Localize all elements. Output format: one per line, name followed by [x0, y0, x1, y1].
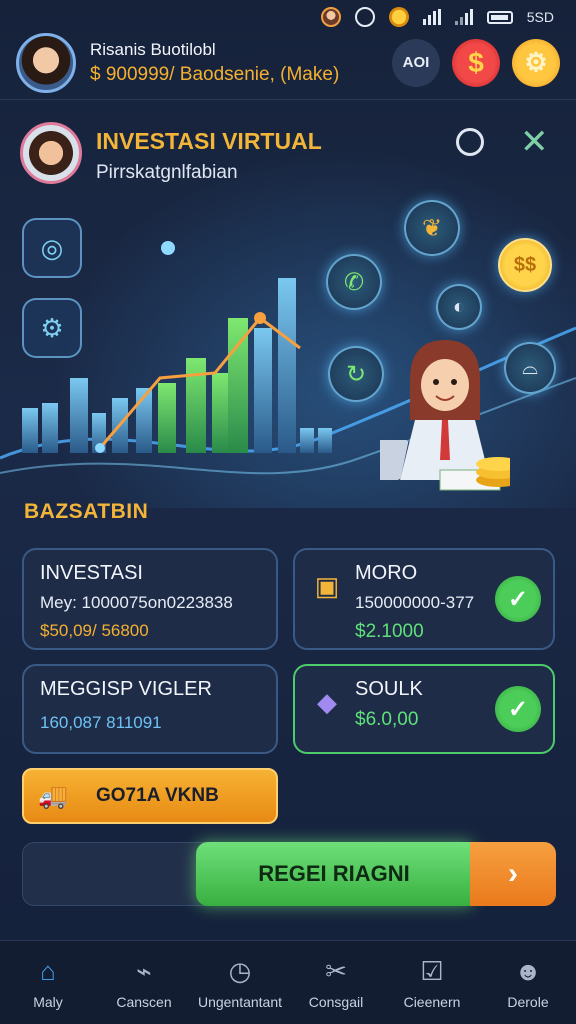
settings-button[interactable]: ⚙ [512, 38, 560, 87]
growth-icon: ↻ [328, 346, 384, 402]
card-amount: $50,09/ 56800 [40, 621, 149, 640]
advisor-avatar [20, 122, 82, 184]
nav-label: Canscen [116, 993, 172, 1010]
truck-icon: 🚚 [38, 782, 68, 810]
coin-dollar-icon: $$ [498, 238, 552, 292]
register-button-label: REGEI RIAGNI [258, 861, 410, 886]
register-button[interactable]: REGEI RIAGNI [196, 842, 472, 906]
home-icon: ⌂ [40, 955, 56, 986]
go-button[interactable]: 🚚 GO71A VKNB [22, 768, 278, 824]
gauge-icon: ◐ [436, 284, 482, 330]
shield-icon: ⌓ [504, 342, 556, 394]
close-icon[interactable]: ✕ [520, 122, 549, 162]
alarm-icon [354, 7, 375, 27]
card-title: INVESTASI [40, 562, 143, 584]
soulk-card[interactable]: ◆ SOULK $6.0,00 ✓ [293, 664, 555, 754]
check-icon: ✓ [495, 686, 541, 732]
nav-item-maly[interactable]: ⌂ Maly [0, 941, 96, 1024]
refresh-icon[interactable] [456, 128, 484, 156]
nav-label: Derole [507, 993, 549, 1010]
target-icon: ◎ [22, 218, 82, 278]
nav-label: Maly [33, 993, 63, 1010]
coin-icon [388, 7, 409, 27]
user-avatar[interactable] [16, 32, 76, 93]
card-amount: $2.1000 [355, 621, 424, 642]
nav-item-ungentantant[interactable]: ◷ Ungentantant [192, 941, 288, 1024]
check-icon: ✓ [495, 576, 541, 622]
plant-icon: ❦ [404, 200, 460, 256]
battery-icon [486, 10, 513, 24]
arrow-right-icon[interactable]: › [470, 842, 556, 906]
card-detail: Mey: 1000075on0223838 [40, 593, 233, 612]
avatar-icon [320, 7, 341, 27]
nav-label: Cieenern [403, 993, 461, 1010]
nav-label: Ungentantant [197, 993, 283, 1010]
clock-icon: ◷ [228, 955, 252, 986]
section-title: BAZSATBIN [24, 500, 149, 523]
hero-title: INVESTASI VIRTUAL [96, 128, 322, 154]
bottom-nav: ⌂ Maly ⌁ Canscen ◷ Ungentantant ✂ Consga… [0, 940, 576, 1024]
checklist-icon: ☑ [420, 955, 444, 986]
dollar-button[interactable]: $ [452, 38, 500, 87]
analytics-icon: ⚙ [22, 298, 82, 358]
meggisp-card[interactable]: MEGGISP VIGLER 160,087 811091 [22, 664, 278, 754]
treasure-chest-icon: ▣ [314, 570, 340, 601]
nav-item-consgail[interactable]: ✂ Consgail [288, 941, 384, 1024]
nav-item-cieenern[interactable]: ☑ Cieenern [384, 941, 480, 1024]
investor-character [380, 340, 510, 491]
card-title: MEGGISP VIGLER [40, 678, 212, 700]
gift-box-icon: ◆ [317, 686, 337, 717]
network-label: 5SD [526, 9, 554, 25]
nav-label: Consgail [308, 993, 364, 1010]
profile-icon: ☻ [514, 955, 542, 986]
top-bar: Risanis Buotilobl $ 900999/ Baodsenie, (… [0, 26, 576, 100]
card-detail: 160,087 811091 [40, 713, 162, 732]
investasi-card[interactable]: INVESTASI Mey: 1000075on0223838 $50,09/ … [22, 548, 278, 650]
hero-banner: INVESTASI VIRTUAL Pirrskatgnlfabian ✕ ◎ … [0, 108, 576, 508]
wifi-icon [454, 9, 473, 25]
hero-subtitle: Pirrskatgnlfabian [96, 162, 238, 183]
user-info: Risanis Buotilobl $ 900999/ Baodsenie, (… [90, 40, 380, 86]
tools-icon: ✂ [325, 955, 347, 986]
signal-icon [422, 9, 441, 25]
phone-icon: ✆ [326, 254, 382, 310]
nav-item-derole[interactable]: ☻ Derole [480, 941, 576, 1024]
nav-item-canscen[interactable]: ⌁ Canscen [96, 941, 192, 1024]
user-name: Risanis Buotilobl [90, 39, 216, 59]
aoi-button[interactable]: AOI [392, 38, 440, 87]
moro-card[interactable]: ▣ MORO 150000000-377 $2.1000 ✓ [293, 548, 555, 650]
go-button-label: GO71A VKNB [96, 785, 219, 806]
user-balance: $ 900999/ Baodsenie, (Make) [90, 63, 340, 85]
chart-icon: ⌁ [136, 955, 152, 986]
